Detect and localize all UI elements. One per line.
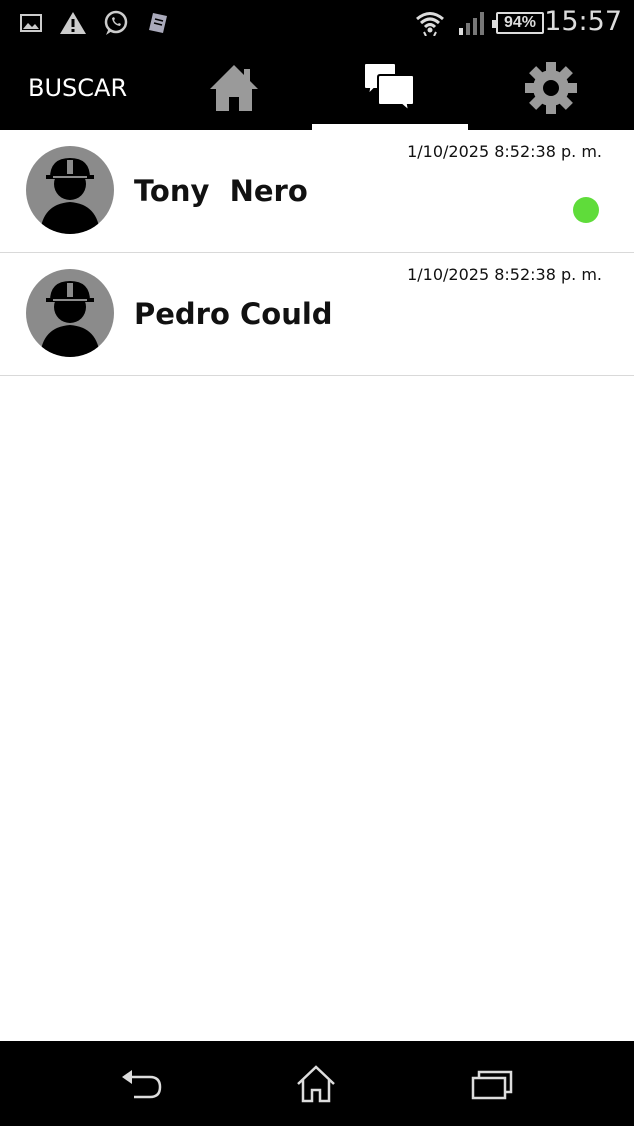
avatar [26,269,114,357]
tab-chat[interactable] [312,46,468,130]
tab-bar: BUSCAR [0,46,634,130]
recents-button[interactable] [462,1059,522,1109]
chat-icon [363,62,415,114]
worker-avatar-icon [40,158,100,234]
battery-level: 94% [503,14,537,31]
recents-icon [471,1070,513,1100]
avatar [26,146,114,234]
warning-icon [58,10,88,36]
message-timestamp: 1/10/2025 8:52:38 p. m. [407,265,602,284]
chat-list: Tony Nero 1/10/2025 8:52:38 p. m. Pedro … [0,130,634,376]
message-timestamp: 1/10/2025 8:52:38 p. m. [407,142,602,161]
chat-item[interactable]: Pedro Could 1/10/2025 8:52:38 p. m. [0,253,634,376]
status-bar: 94% 15:57 [0,0,634,46]
navigation-bar [0,1041,634,1126]
worker-avatar-icon [40,281,100,357]
search-tab[interactable]: BUSCAR [0,46,156,130]
battery-icon: 94% [492,12,544,34]
contact-name: Tony Nero [134,174,308,208]
home-icon [210,65,258,111]
tab-home[interactable] [156,46,312,130]
home-icon [297,1065,335,1103]
back-button[interactable] [112,1059,172,1109]
app-notification-icon [144,10,172,36]
signal-icon [456,10,488,36]
chat-item[interactable]: Tony Nero 1/10/2025 8:52:38 p. m. [0,130,634,253]
whatsapp-icon [102,10,130,36]
wifi-icon [414,10,446,36]
online-status-dot [573,197,599,223]
tab-settings[interactable] [468,46,634,130]
clock: 15:57 [544,6,622,37]
back-icon [122,1070,162,1099]
contact-name: Pedro Could [134,297,333,331]
settings-icon [525,62,577,114]
image-notification-icon [18,10,44,36]
home-button[interactable] [286,1059,346,1109]
